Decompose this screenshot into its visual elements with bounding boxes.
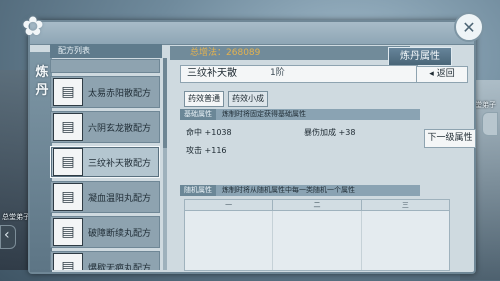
left-edge-collapse-button[interactable] bbox=[0, 225, 16, 249]
book-icon: ▤ bbox=[53, 148, 83, 176]
base-attribute-tag: 基础属性 bbox=[180, 109, 216, 120]
scrollbar-thumb[interactable] bbox=[163, 58, 167, 148]
recipe-list-header: 配方列表 bbox=[50, 44, 162, 58]
random-table-body bbox=[185, 211, 449, 270]
back-button[interactable]: ◂ 返回 bbox=[416, 66, 468, 83]
score-label: 总增法 bbox=[190, 48, 218, 58]
alchemy-panel: ✿ 炼丹 ✕ 配方列表 ▤ 太易赤阳散配方 ▤ 六阴玄龙散配方 ▤ 三纹补天散配… bbox=[22, 12, 484, 274]
recipe-item-partial[interactable] bbox=[50, 59, 160, 73]
score-value: 268089 bbox=[226, 48, 261, 58]
score-bar: 总增法：268089 bbox=[170, 46, 410, 60]
recipe-detail: 三纹补天散 1阶 ◂ 返回 药效普通 药效小成 基础属性 炼制时将固定获得基础属性… bbox=[180, 65, 488, 271]
base-attribute-section: 基础属性 炼制时将固定获得基础属性 bbox=[180, 109, 420, 120]
recipe-item-label: 三纹补天散配方 bbox=[88, 158, 152, 169]
random-column-2: 二 bbox=[273, 200, 362, 210]
recipe-item[interactable]: ▤ 破障断续丸配方 bbox=[50, 216, 160, 248]
stat-crit: 暴伤加成 +38 bbox=[304, 128, 356, 137]
recipe-list-scrollbar[interactable] bbox=[163, 58, 167, 270]
recipe-item-label: 太易赤阳散配方 bbox=[88, 88, 152, 99]
book-icon: ▤ bbox=[53, 218, 83, 246]
recipe-item-label: 六阴玄龙散配方 bbox=[88, 123, 152, 134]
tab-effect-normal[interactable]: 药效普通 bbox=[184, 91, 224, 107]
random-table-header: 一 二 三 bbox=[185, 200, 449, 211]
random-cell bbox=[362, 211, 449, 270]
stat-attack: 攻击 +116 bbox=[186, 146, 227, 155]
recipe-item-label: 爆歇无疤丸配方 bbox=[88, 263, 152, 271]
next-level-attribute-button[interactable]: 下一级属性 bbox=[424, 129, 476, 148]
random-attribute-table: 一 二 三 bbox=[184, 199, 450, 271]
effect-tabs: 药效普通 药效小成 bbox=[184, 91, 268, 107]
panel-top-bar bbox=[30, 22, 474, 45]
book-icon: ▤ bbox=[53, 113, 83, 141]
tab-effect-minor[interactable]: 药效小成 bbox=[228, 91, 268, 107]
random-cell bbox=[185, 211, 274, 270]
recipe-tier: 1阶 bbox=[270, 68, 285, 78]
stat-hit: 命中 +1038 bbox=[186, 128, 232, 137]
back-arrow-icon: ◂ bbox=[429, 69, 437, 79]
recipe-item-selected[interactable]: ▤ 三纹补天散配方 bbox=[50, 146, 160, 178]
book-icon: ▤ bbox=[53, 183, 83, 211]
recipe-title: 三纹补天散 bbox=[180, 65, 418, 83]
recipe-item[interactable]: ▤ 凝血温阳丸配方 bbox=[50, 181, 160, 213]
recipe-item[interactable]: ▤ 爆歇无疤丸配方 bbox=[50, 251, 160, 270]
panel-vertical-title: 炼丹 bbox=[35, 65, 49, 98]
recipe-item-label: 凝血温阳丸配方 bbox=[88, 193, 152, 204]
recipe-item[interactable]: ▤ 六阴玄龙散配方 bbox=[50, 111, 160, 143]
random-attribute-section: 随机属性 炼制时将从随机属性中每一类随机一个属性 bbox=[180, 185, 420, 196]
recipe-item-label: 破障断续丸配方 bbox=[88, 228, 152, 239]
book-icon: ▤ bbox=[53, 253, 83, 270]
book-icon: ▤ bbox=[53, 78, 83, 106]
random-column-3: 三 bbox=[401, 201, 409, 209]
recipe-item[interactable]: ▤ 太易赤阳散配方 bbox=[50, 76, 160, 108]
random-column-1: 一 bbox=[185, 200, 274, 210]
flower-ornament-icon: ✿ bbox=[22, 12, 44, 42]
random-cell bbox=[273, 211, 362, 270]
random-attribute-desc: 炼制时将从随机属性中每一类随机一个属性 bbox=[222, 186, 355, 194]
alchemy-attribute-button[interactable]: 炼丹属性 bbox=[388, 47, 452, 66]
recipe-list: ▤ 太易赤阳散配方 ▤ 六阴玄龙散配方 ▤ 三纹补天散配方 ▤ 凝血温阳丸配方 … bbox=[50, 59, 160, 270]
base-attribute-desc: 炼制时将固定获得基础属性 bbox=[222, 110, 306, 118]
random-attribute-tag: 随机属性 bbox=[180, 185, 216, 196]
close-icon[interactable]: ✕ bbox=[454, 12, 484, 42]
left-character-name: 总堂弟子 bbox=[2, 213, 30, 221]
back-label: 返回 bbox=[436, 69, 455, 79]
